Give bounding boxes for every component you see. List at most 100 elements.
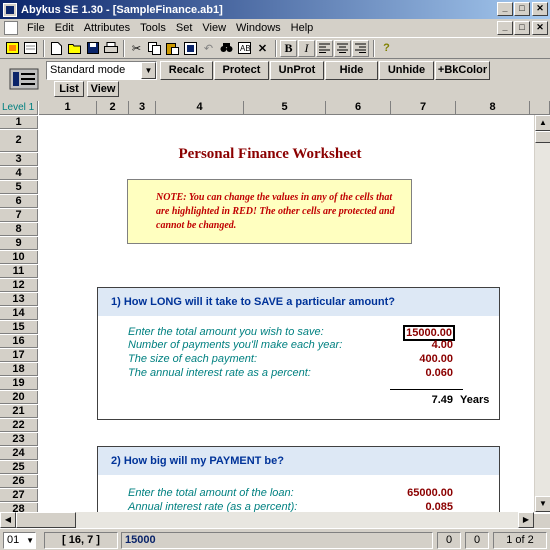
row-header-25[interactable]: 25 [0,461,38,474]
replace-icon[interactable]: AB [236,40,253,57]
help-icon[interactable]: ? [378,40,395,57]
scroll-up-arrow-icon[interactable]: ▲ [535,115,550,131]
row-header-4[interactable]: 4 [0,167,38,180]
q1-input-rate[interactable]: 0.060 [425,367,453,379]
row-header-13[interactable]: 13 [0,293,38,306]
question-2-box: 2) How big will my PAYMENT be? Enter the… [97,446,500,514]
menu-file[interactable]: File [22,22,50,34]
row-header-10[interactable]: 10 [0,251,38,264]
copy-icon[interactable] [146,40,163,57]
close-button[interactable]: ✕ [532,2,548,16]
maximize-button[interactable]: □ [514,2,530,16]
toggle-icon[interactable] [4,40,21,57]
column-header-5[interactable]: 5 [244,101,326,115]
spreadsheet-grid[interactable]: Level 1 1 2 3 4 5 6 7 8 1 2 3 4 5 6 7 8 9 10 11 12 1… [0,101,550,514]
vertical-scroll-thumb[interactable] [535,131,550,143]
row-header-15[interactable]: 15 [0,321,38,334]
row-header-6[interactable]: 6 [0,195,38,208]
align-right-icon[interactable] [352,39,369,57]
column-header-2[interactable]: 2 [97,101,129,115]
column-header-3[interactable]: 3 [129,101,156,115]
recalc-button[interactable]: Recalc [160,61,213,80]
row-header-26[interactable]: 26 [0,475,38,488]
unhide-button[interactable]: Unhide [379,61,434,80]
q2-input-total[interactable]: 65000.00 [407,487,453,499]
document-icon[interactable] [4,21,18,35]
list-button[interactable]: List [54,81,84,97]
find-icon[interactable] [218,40,235,57]
paste-special-icon[interactable] [182,40,199,57]
row-header-8[interactable]: 8 [0,223,38,236]
sheet-number-select[interactable]: 01 ▼ [3,532,36,549]
menu-help[interactable]: Help [286,22,319,34]
bkcolor-button[interactable]: +BkColor [435,61,490,80]
menu-attributes[interactable]: Attributes [79,22,135,34]
copy-sheet-icon[interactable] [22,40,39,57]
row-header-24[interactable]: 24 [0,447,38,460]
column-header-7[interactable]: 7 [391,101,456,115]
doc-restore-button[interactable]: □ [514,21,530,35]
italic-icon[interactable]: I [298,39,315,57]
menu-edit[interactable]: Edit [50,22,79,34]
scroll-down-arrow-icon[interactable]: ▼ [535,496,550,512]
hide-button[interactable]: Hide [325,61,378,80]
chevron-down-icon[interactable]: ▼ [141,62,156,79]
menu-windows[interactable]: Windows [231,22,286,34]
row-header-21[interactable]: 21 [0,405,38,418]
view-button[interactable]: View [87,81,119,97]
level-indicator[interactable]: Level 1 [0,101,38,115]
minimize-button[interactable]: _ [497,2,513,16]
horizontal-scrollbar[interactable]: ◀ ▶ [0,512,534,528]
doc-minimize-button[interactable]: _ [497,21,513,35]
vertical-scrollbar[interactable]: ▲ ▼ [534,115,550,512]
horizontal-scroll-thumb[interactable] [16,512,76,528]
question-2-heading: 2) How big will my PAYMENT be? [98,447,499,475]
row-header-18[interactable]: 18 [0,363,38,376]
q1-input-payments[interactable]: 4.00 [432,339,453,351]
chevron-down-icon[interactable]: ▼ [26,533,34,548]
row-header-16[interactable]: 16 [0,335,38,348]
worksheet-area[interactable]: Personal Finance Worksheet NOTE: You can… [39,116,530,514]
align-center-icon[interactable] [334,39,351,57]
menu-view[interactable]: View [197,22,231,34]
row-header-1[interactable]: 1 [0,116,38,129]
bold-icon[interactable]: B [280,39,297,57]
print-icon[interactable] [102,40,119,57]
open-folder-icon[interactable] [66,40,83,57]
cut-icon[interactable]: ✂ [128,40,145,57]
column-header-4[interactable]: 4 [156,101,244,115]
row-header-27[interactable]: 27 [0,489,38,502]
row-header-9[interactable]: 9 [0,237,38,250]
row-header-12[interactable]: 12 [0,279,38,292]
row-header-19[interactable]: 19 [0,377,38,390]
paste-icon[interactable] [164,40,181,57]
new-file-icon[interactable] [48,40,65,57]
delete-icon[interactable]: ✕ [254,40,271,57]
column-header-1[interactable]: 1 [39,101,97,115]
row-header-20[interactable]: 20 [0,391,38,404]
column-header-6[interactable]: 6 [326,101,391,115]
save-icon[interactable] [84,40,101,57]
protect-button[interactable]: Protect [214,61,269,80]
row-header-22[interactable]: 22 [0,419,38,432]
menu-tools[interactable]: Tools [135,22,171,34]
row-header-17[interactable]: 17 [0,349,38,362]
row-header-7[interactable]: 7 [0,209,38,222]
row-header-5[interactable]: 5 [0,181,38,194]
scroll-left-arrow-icon[interactable]: ◀ [0,512,16,528]
mode-select[interactable]: Standard mode ▼ [46,61,157,80]
row-header-14[interactable]: 14 [0,307,38,320]
menu-set[interactable]: Set [171,22,198,34]
app-icon[interactable] [3,2,17,17]
row-header-2[interactable]: 2 [0,130,38,152]
scroll-right-arrow-icon[interactable]: ▶ [518,512,534,528]
q1-input-size[interactable]: 400.00 [419,353,453,365]
column-header-8[interactable]: 8 [456,101,530,115]
undo-icon[interactable]: ↶ [200,40,217,57]
row-header-23[interactable]: 23 [0,433,38,446]
row-header-11[interactable]: 11 [0,265,38,278]
unprot-button[interactable]: UnProt [270,61,324,80]
doc-close-button[interactable]: ✕ [532,21,548,35]
row-header-3[interactable]: 3 [0,153,38,166]
align-left-icon[interactable] [316,39,333,57]
